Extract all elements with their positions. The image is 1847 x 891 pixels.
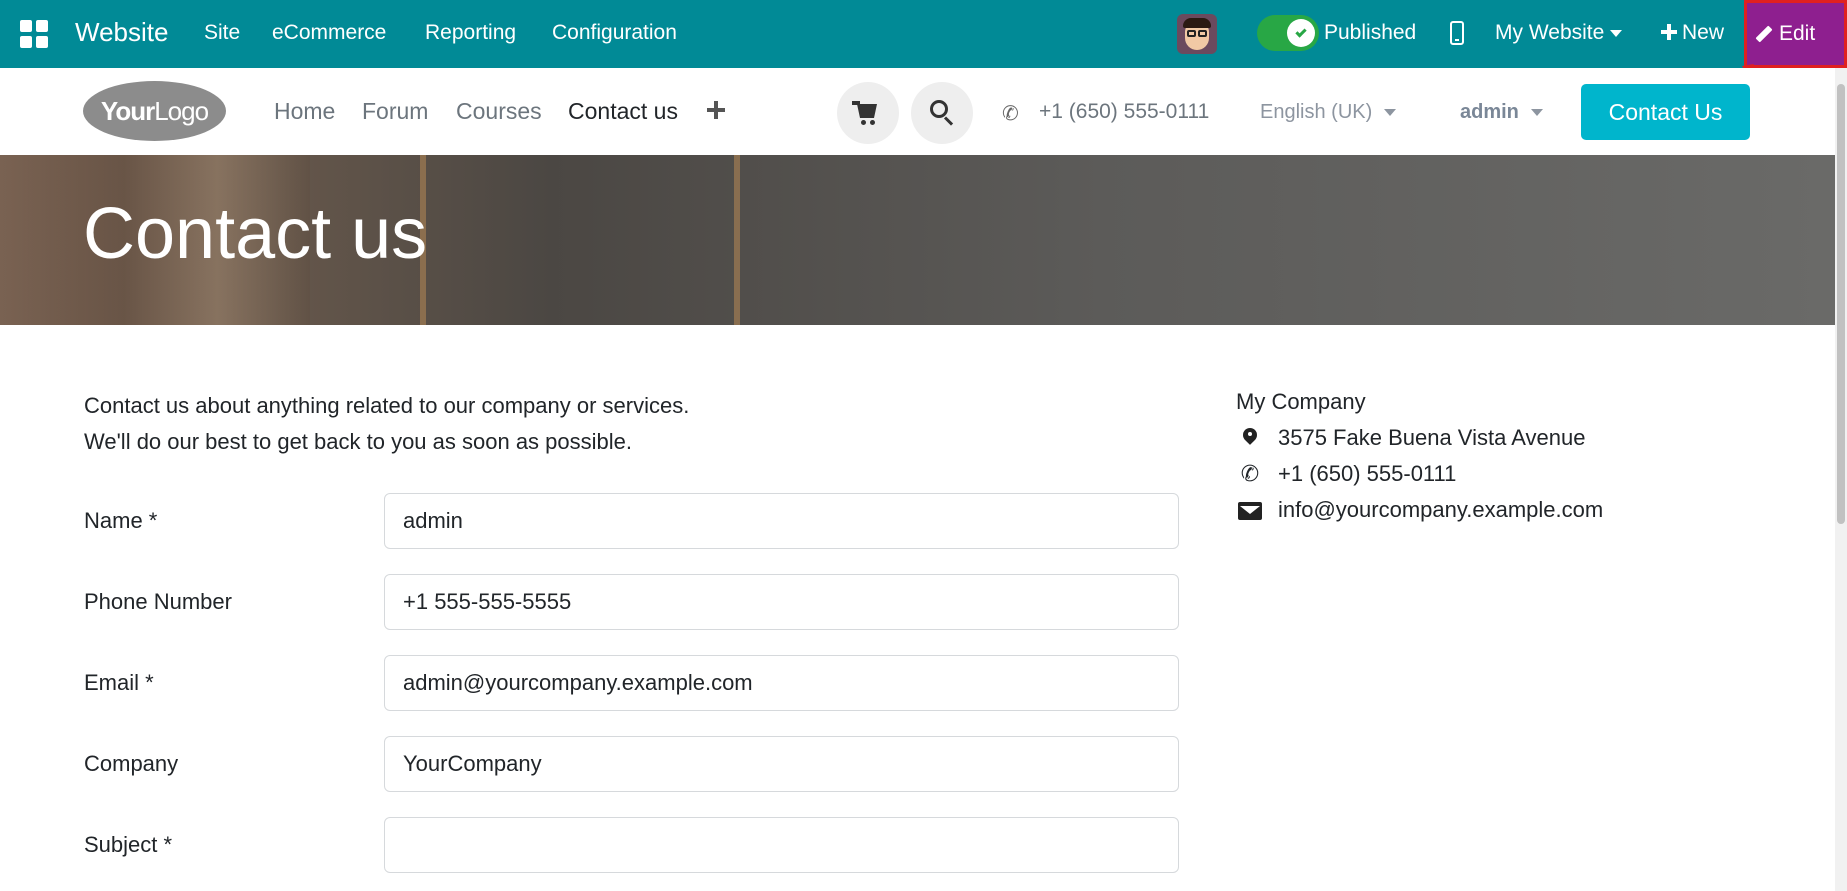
new-button[interactable]: New <box>1661 21 1724 45</box>
caret-down-icon <box>1610 29 1623 37</box>
intro-text: Contact us about anything related to our… <box>84 388 689 460</box>
add-menu-item-icon[interactable] <box>707 101 725 119</box>
phone-label: Phone Number <box>84 589 232 614</box>
header-phone[interactable]: +1 (650) 555-0111 <box>1039 100 1209 124</box>
edit-button[interactable]: Edit <box>1744 0 1847 68</box>
name-field[interactable] <box>384 493 1179 549</box>
nav-courses[interactable]: Courses <box>456 98 542 125</box>
email-field[interactable] <box>384 655 1179 711</box>
intro-line-1: Contact us about anything related to our… <box>84 393 690 418</box>
language-selector[interactable]: English (UK) <box>1260 101 1397 124</box>
app-title[interactable]: Website <box>75 17 168 48</box>
edit-label: Edit <box>1779 22 1816 45</box>
phone-field[interactable] <box>384 574 1179 630</box>
mobile-icon[interactable] <box>1450 21 1464 45</box>
caret-down-icon <box>1530 109 1543 117</box>
name-label: Name * <box>84 508 158 533</box>
company-label: Company <box>84 751 179 776</box>
email-label: Email * <box>84 670 154 695</box>
plus-icon <box>1661 24 1677 40</box>
apps-grid-icon[interactable] <box>20 20 48 48</box>
nav-forum[interactable]: Forum <box>362 98 428 125</box>
intro-line-2: We'll do our best to get back to you as … <box>84 429 633 454</box>
company-email[interactable]: info@yourcompany.example.com <box>1278 497 1603 523</box>
nav-home[interactable]: Home <box>274 98 335 125</box>
cart-icon <box>857 104 877 118</box>
logo-light: Logo <box>154 95 209 126</box>
search-button[interactable] <box>911 82 973 144</box>
language-label: English (UK) <box>1260 101 1373 123</box>
subject-label: Subject * <box>84 832 173 857</box>
topnav-site[interactable]: Site <box>204 21 240 45</box>
company-field[interactable] <box>384 736 1179 792</box>
scrollbar[interactable] <box>1835 68 1847 891</box>
published-label[interactable]: Published <box>1324 21 1416 45</box>
envelope-icon <box>1238 498 1262 522</box>
my-website-label: My Website <box>1495 21 1605 44</box>
company-address: 3575 Fake Buena Vista Avenue <box>1278 425 1586 450</box>
admin-topbar: Website Site eCommerce Reporting Configu… <box>0 0 1847 68</box>
subject-field[interactable] <box>384 817 1179 873</box>
hero-banner: Contact us <box>0 155 1835 325</box>
user-menu[interactable]: admin <box>1460 101 1543 124</box>
my-website-dropdown[interactable]: My Website <box>1495 21 1623 45</box>
nav-contact-us[interactable]: Contact us <box>568 98 678 125</box>
avatar[interactable] <box>1177 14 1217 54</box>
check-icon <box>1295 25 1307 38</box>
company-phone[interactable]: +1 (650) 555-0111 <box>1278 461 1456 487</box>
contact-us-button[interactable]: Contact Us <box>1581 84 1750 140</box>
site-logo[interactable]: Your Logo <box>83 81 226 141</box>
topnav-reporting[interactable]: Reporting <box>425 21 516 45</box>
publish-toggle[interactable] <box>1257 15 1319 51</box>
user-label: admin <box>1460 101 1519 123</box>
site-header: Your Logo Home Forum Courses Contact us ✆… <box>0 68 1835 155</box>
phone-icon: ✆ <box>1240 461 1260 486</box>
logo-bold: Your <box>100 95 155 126</box>
topnav-configuration[interactable]: Configuration <box>552 21 677 45</box>
phone-icon: ✆ <box>1002 103 1019 125</box>
topnav-ecommerce[interactable]: eCommerce <box>272 21 386 45</box>
new-label: New <box>1682 21 1725 44</box>
pencil-icon <box>1755 25 1773 43</box>
page-title: Contact us <box>83 194 428 274</box>
scrollbar-thumb[interactable] <box>1837 84 1845 524</box>
caret-down-icon <box>1384 109 1397 117</box>
map-marker-icon <box>1238 425 1262 451</box>
cart-button[interactable] <box>837 82 899 144</box>
company-name: My Company <box>1236 389 1366 414</box>
